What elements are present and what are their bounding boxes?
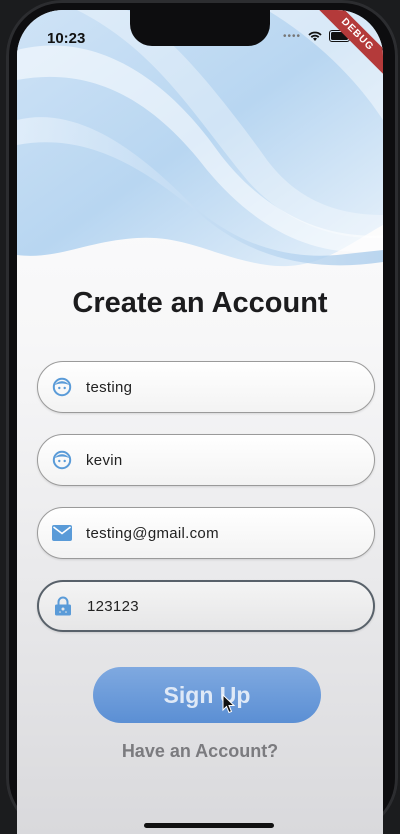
face-icon	[51, 449, 73, 471]
password-field[interactable]: 123123	[37, 580, 375, 632]
device-notch	[130, 10, 270, 46]
app-screen: 10:23 •••• DEBUG Create an Account testi…	[17, 10, 383, 834]
header-wave-art	[17, 10, 383, 267]
password-value: 123123	[87, 597, 139, 615]
wifi-icon	[308, 31, 322, 41]
have-account-link[interactable]: Have an Account?	[17, 741, 383, 762]
email-value: testing@gmail.com	[86, 524, 219, 542]
signal-dots-icon: ••••	[282, 30, 301, 42]
mouse-cursor-icon	[222, 694, 236, 714]
home-indicator	[144, 823, 274, 828]
page-title: Create an Account	[72, 287, 328, 319]
signup-button[interactable]: Sign Up	[93, 667, 321, 723]
first-name-field[interactable]: testing	[37, 361, 375, 413]
mail-icon	[51, 522, 73, 544]
lock-icon	[52, 595, 74, 617]
last-name-value: kevin	[86, 451, 123, 469]
email-field[interactable]: testing@gmail.com	[37, 507, 375, 559]
last-name-field[interactable]: kevin	[37, 434, 375, 486]
status-time: 10:23	[47, 30, 86, 47]
face-icon	[51, 376, 73, 398]
first-name-value: testing	[86, 378, 133, 396]
